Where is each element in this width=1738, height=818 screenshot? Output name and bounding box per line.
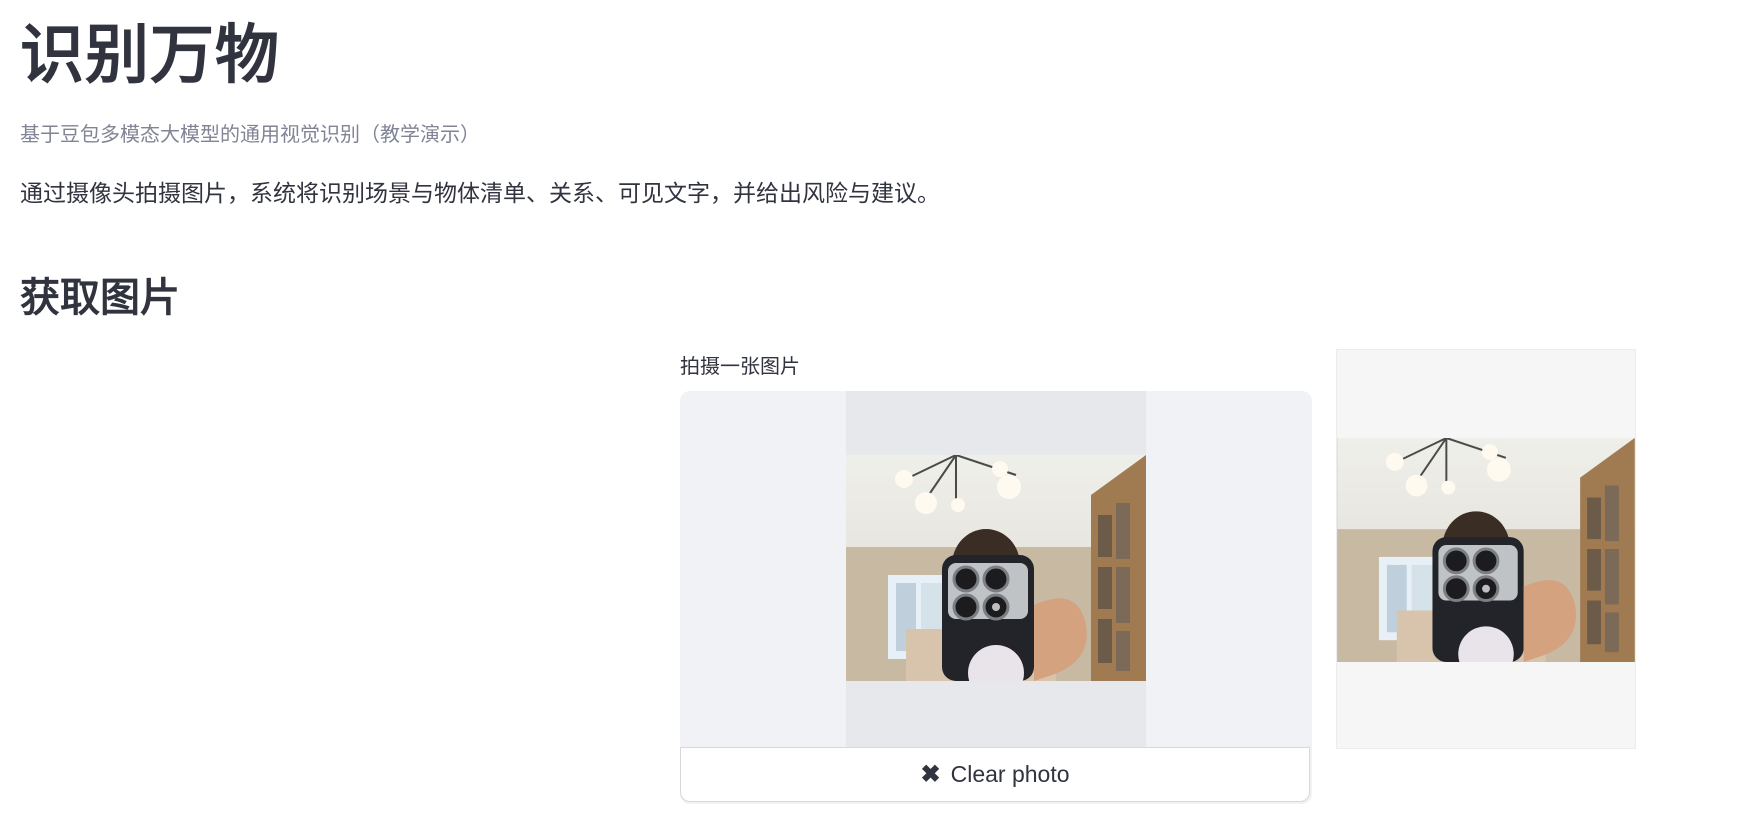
clear-photo-label: Clear photo xyxy=(950,761,1070,787)
captured-image-preview-image xyxy=(1337,438,1635,662)
section-heading-get-image: 获取图片 xyxy=(20,275,180,321)
captured-image-preview xyxy=(1337,438,1635,662)
app-page: 识别万物 基于豆包多模态大模型的通用视觉识别（教学演示） 通过摄像头拍摄图片，系… xyxy=(0,0,1738,818)
captured-photo xyxy=(846,455,1146,681)
captured-photo-image xyxy=(846,455,1146,681)
page-subtitle: 基于豆包多模态大模型的通用视觉识别（教学演示） xyxy=(20,122,480,146)
clear-photo-button[interactable]: ✖ Clear photo xyxy=(680,747,1310,802)
page-description: 通过摄像头拍摄图片，系统将识别场景与物体清单、关系、可见文字，并给出风险与建议。 xyxy=(20,181,940,207)
close-icon: ✖ xyxy=(920,760,941,788)
camera-input-widget[interactable]: ✖ Clear photo xyxy=(680,391,1312,804)
page-title: 识别万物 xyxy=(20,19,280,93)
camera-input-label: 拍摄一张图片 xyxy=(680,354,800,378)
captured-image-preview-panel xyxy=(1336,349,1636,749)
